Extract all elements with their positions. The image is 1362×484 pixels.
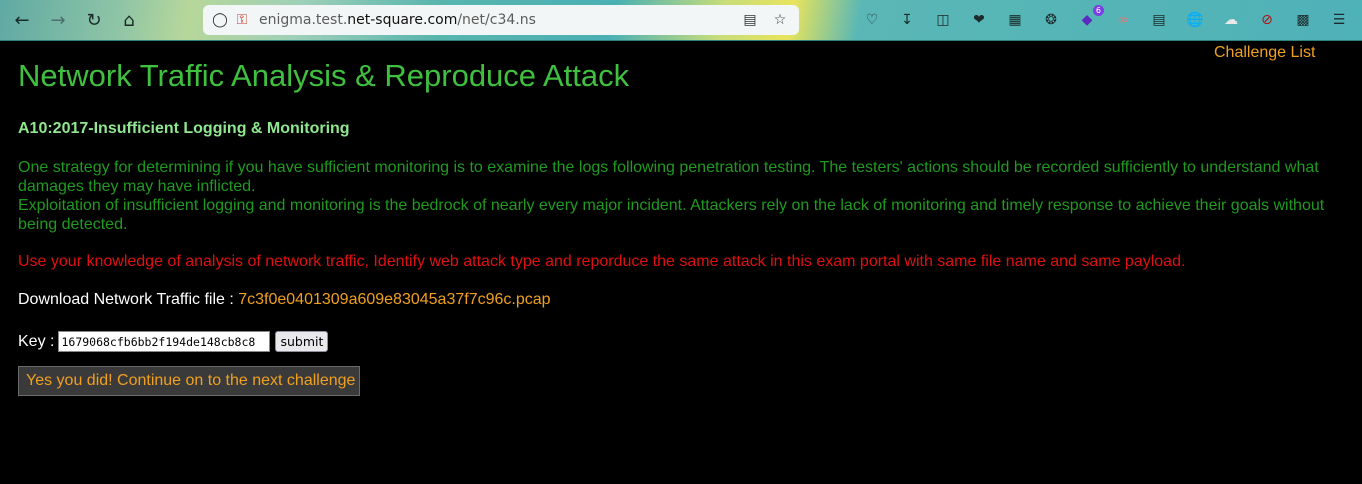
wappalyzer-icon[interactable]: ◆ 6 (1076, 5, 1104, 31)
key-label: Key : (18, 332, 55, 350)
browser-toolbar: ← → ↻ ⌂ ◯ ⚿ enigma.test.net-square.com/n… (0, 0, 1362, 41)
menu-hamburger-icon[interactable]: ☰ (1328, 9, 1350, 31)
downloads-icon[interactable]: ↧ (896, 9, 918, 31)
sidebar-icon[interactable]: ◫ (932, 9, 954, 31)
puzzle-icon[interactable]: ▩ (1292, 9, 1314, 31)
back-arrow-icon[interactable]: ← (8, 6, 36, 34)
extension-badge: 6 (1092, 5, 1104, 16)
forward-arrow-icon[interactable]: → (44, 6, 72, 34)
download-row: Download Network Traffic file : 7c3f0e04… (18, 291, 551, 309)
pcap-download-link[interactable]: 7c3f0e0401309a609e83045a37f7c96c.pcap (238, 291, 550, 308)
cookie-icon[interactable]: ❂ (1040, 9, 1062, 31)
description-paragraph-2: Exploitation of insufficient logging and… (18, 197, 1325, 233)
reader-view-icon[interactable]: ▤ (739, 9, 761, 31)
extension-icon[interactable]: ∞ (1112, 9, 1134, 31)
notes-icon[interactable]: ▦ (1004, 9, 1026, 31)
foxyproxy-icon[interactable]: ❤ (968, 9, 990, 31)
page-title: Network Traffic Analysis & Reproduce Att… (18, 58, 630, 93)
challenge-list-link[interactable]: Challenge List (1214, 44, 1315, 62)
submit-button[interactable]: submit (275, 331, 329, 352)
page-subtitle: A10:2017-Insufficient Logging & Monitori… (18, 120, 350, 137)
key-input[interactable] (58, 331, 271, 352)
globe-icon[interactable]: 🌐 (1184, 9, 1206, 31)
instruction-text: Use your knowledge of analysis of networ… (18, 253, 1186, 270)
bookmark-star-icon[interactable]: ☆ (769, 9, 791, 31)
blocker-icon[interactable]: ⊘ (1256, 9, 1278, 31)
home-icon[interactable]: ⌂ (115, 6, 143, 34)
tracking-protection-shield-icon[interactable]: ◯ (209, 9, 231, 31)
cloud-icon[interactable]: ☁ (1220, 9, 1242, 31)
pocket-icon[interactable]: ♡ (861, 9, 883, 31)
url-text[interactable]: enigma.test.net-square.com/net/c34.ns (259, 12, 536, 28)
description: One strategy for determining if you have… (18, 158, 1338, 234)
url-bar[interactable]: ◯ ⚿ enigma.test.net-square.com/net/c34.n… (203, 5, 799, 35)
success-message: Yes you did! Continue on to the next cha… (18, 366, 360, 396)
insecure-lock-icon[interactable]: ⚿ (231, 9, 253, 31)
key-form: Key : submit (18, 331, 329, 352)
download-label: Download Network Traffic file : (18, 291, 239, 308)
description-paragraph-1: One strategy for determining if you have… (18, 159, 1319, 195)
document-icon[interactable]: ▤ (1148, 9, 1170, 31)
reload-icon[interactable]: ↻ (80, 6, 108, 34)
